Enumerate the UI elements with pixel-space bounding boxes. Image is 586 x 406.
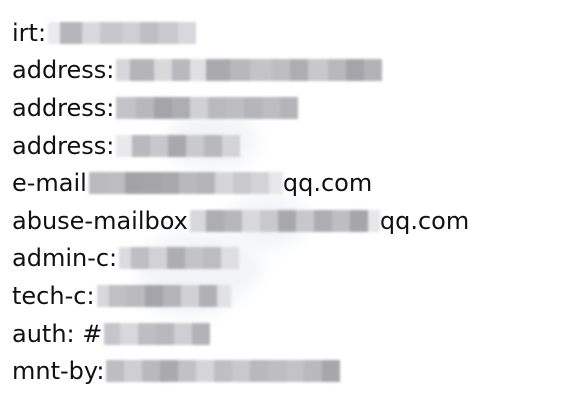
redacted-value — [88, 171, 283, 195]
address-label-2: address: — [12, 93, 115, 122]
whois-record: irt: address: address: address: e-mail q… — [12, 14, 572, 390]
redacted-value — [119, 246, 240, 270]
redacted-value — [116, 58, 383, 82]
redacted-value — [189, 209, 380, 233]
tech-c-row: tech-c: — [12, 277, 572, 315]
abuse-mailbox-domain-suffix: qq.com — [379, 206, 470, 235]
tech-c-value — [95, 282, 231, 310]
address-label-1: address: — [12, 56, 115, 85]
irt-label: irt: — [12, 18, 47, 47]
address-value-1 — [114, 56, 383, 84]
auth-value — [102, 320, 211, 348]
abuse-mailbox-value: qq.com — [188, 207, 469, 235]
abuse-mailbox-label: abuse-mailbox — [12, 206, 188, 235]
address-row-3: address: — [12, 127, 572, 165]
tech-c-label: tech-c: — [12, 281, 95, 310]
redacted-value — [48, 21, 197, 45]
address-label-3: address: — [12, 131, 115, 160]
email-value: qq.com — [87, 169, 372, 197]
mnt-by-row: mnt-by: — [12, 352, 572, 390]
email-label: e-mail — [12, 169, 87, 198]
irt-value — [46, 19, 197, 47]
mnt-by-label: mnt-by: — [12, 357, 105, 386]
address-value-2 — [114, 94, 299, 122]
address-row-2: address: — [12, 89, 572, 127]
email-row: e-mail qq.com — [12, 164, 572, 202]
mnt-by-value — [104, 357, 341, 385]
redacted-value — [116, 134, 241, 158]
irt-row: irt: — [12, 14, 572, 52]
email-domain-suffix: qq.com — [282, 169, 373, 198]
redacted-value — [96, 284, 231, 308]
redacted-value — [106, 359, 341, 383]
redacted-value — [104, 322, 211, 346]
address-row-1: address: — [12, 52, 572, 90]
admin-c-value — [117, 244, 240, 272]
auth-row: auth: # — [12, 315, 572, 353]
admin-c-row: admin-c: — [12, 240, 572, 278]
abuse-mailbox-row: abuse-mailbox qq.com — [12, 202, 572, 240]
address-value-3 — [114, 132, 241, 160]
auth-label: auth: # — [12, 319, 103, 348]
admin-c-label: admin-c: — [12, 244, 118, 273]
redacted-value — [116, 96, 299, 120]
